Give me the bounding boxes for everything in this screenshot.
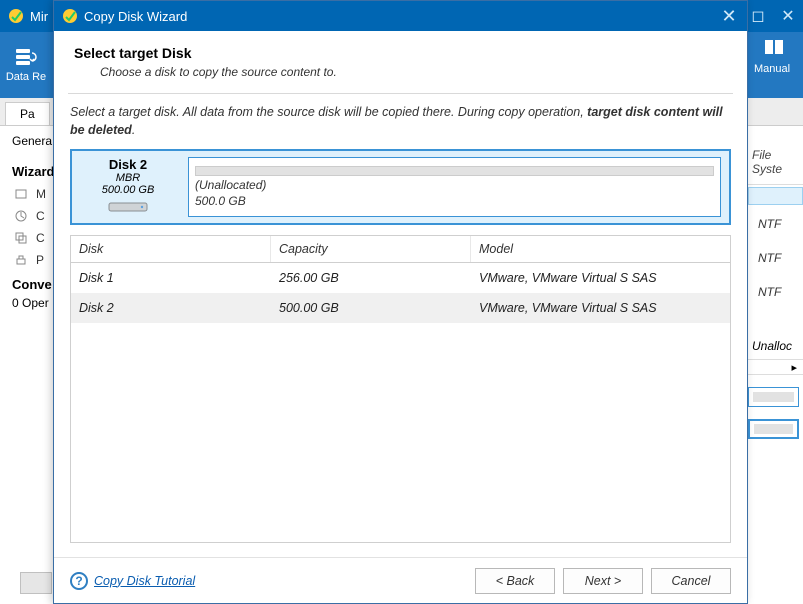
cell-disk: Disk 1 [71,263,271,293]
page-title: Select target Disk [74,45,727,61]
table-header: Disk Capacity Model [71,236,730,263]
right-unallocated: Unalloc [748,309,803,359]
col-capacity[interactable]: Capacity [271,236,471,262]
toolbar-data-recovery[interactable]: Data Re [0,43,52,87]
cell-disk: Disk 2 [71,293,271,323]
right-col-header: File Syste [748,98,803,185]
cell-model: VMware, VMware Virtual S SAS [471,263,730,293]
horizontal-scrollbar[interactable]: ▸ [748,359,803,375]
table-row[interactable]: Disk 1256.00 GBVMware, VMware Virtual S … [71,263,730,293]
toolbar-manual-label[interactable]: Manual [747,63,797,75]
parent-close-button[interactable]: ✕ [773,0,803,32]
selected-disk-layout: (Unallocated) 500.0 GB [188,157,721,217]
toolbar-label: Data Re [6,71,46,83]
wizard-titlebar[interactable]: Copy Disk Wizard ✕ [54,1,747,31]
disk-mini-2[interactable] [748,419,799,439]
right-fs-row[interactable]: NTF [748,207,803,241]
unallocated-size: 500.0 GB [195,194,714,208]
wizard-footer: ? Copy Disk Tutorial < Back Next > Cance… [54,557,747,603]
tab-partition[interactable]: Pa [5,102,50,125]
selected-disk-type: MBR [116,172,140,184]
copy-disk-wizard-dialog: Copy Disk Wizard ✕ Select target Disk Ch… [53,0,748,604]
disk-table: Disk Capacity Model Disk 1256.00 GBVMwar… [70,235,731,543]
right-row-selected[interactable] [748,187,803,205]
cell-model: VMware, VMware Virtual S SAS [471,293,730,323]
collapse-button[interactable] [20,572,52,594]
wizard-body: Select a target disk. All data from the … [54,94,747,557]
right-fs-row[interactable]: NTF [748,241,803,275]
unallocated-bar [195,166,714,176]
disk-stack-icon [14,47,38,67]
wizard-icon [14,231,28,245]
help-link-container: ? Copy Disk Tutorial [70,572,467,590]
selected-disk-panel: Disk 2 MBR 500.00 GB (Unallocated) 500.0… [70,149,731,225]
col-model[interactable]: Model [471,236,730,262]
col-disk[interactable]: Disk [71,236,271,262]
selected-disk-name: Disk 2 [109,157,147,172]
disk-mini-1[interactable] [748,387,799,407]
selected-disk-info: Disk 2 MBR 500.00 GB [80,157,176,217]
table-row[interactable]: Disk 2500.00 GBVMware, VMware Virtual S … [71,293,730,323]
wizard-app-icon [62,8,78,24]
next-button[interactable]: Next > [563,568,643,594]
right-panel: File Syste NTF NTF NTF Unalloc ▸ [748,98,803,598]
help-icon: ? [70,572,88,590]
unallocated-label: (Unallocated) [195,178,714,192]
help-link[interactable]: Copy Disk Tutorial [94,574,195,588]
wizard-title: Copy Disk Wizard [84,9,715,24]
wizard-close-button[interactable]: ✕ [715,1,743,31]
cell-capacity: 256.00 GB [271,263,471,293]
back-button[interactable]: < Back [475,568,555,594]
instruction-text: Select a target disk. All data from the … [70,104,731,139]
cancel-button[interactable]: Cancel [651,568,731,594]
wizard-icon [14,253,28,267]
wizard-header: Select target Disk Choose a disk to copy… [54,31,747,89]
selected-disk-size: 500.00 GB [102,184,155,196]
manual-icon[interactable] [763,38,785,59]
hard-disk-icon [108,200,148,217]
wizard-icon [14,209,28,223]
page-subtitle: Choose a disk to copy the source content… [74,61,727,79]
app-icon [8,8,24,24]
wizard-icon [14,187,28,201]
cell-capacity: 500.00 GB [271,293,471,323]
right-fs-row[interactable]: NTF [748,275,803,309]
